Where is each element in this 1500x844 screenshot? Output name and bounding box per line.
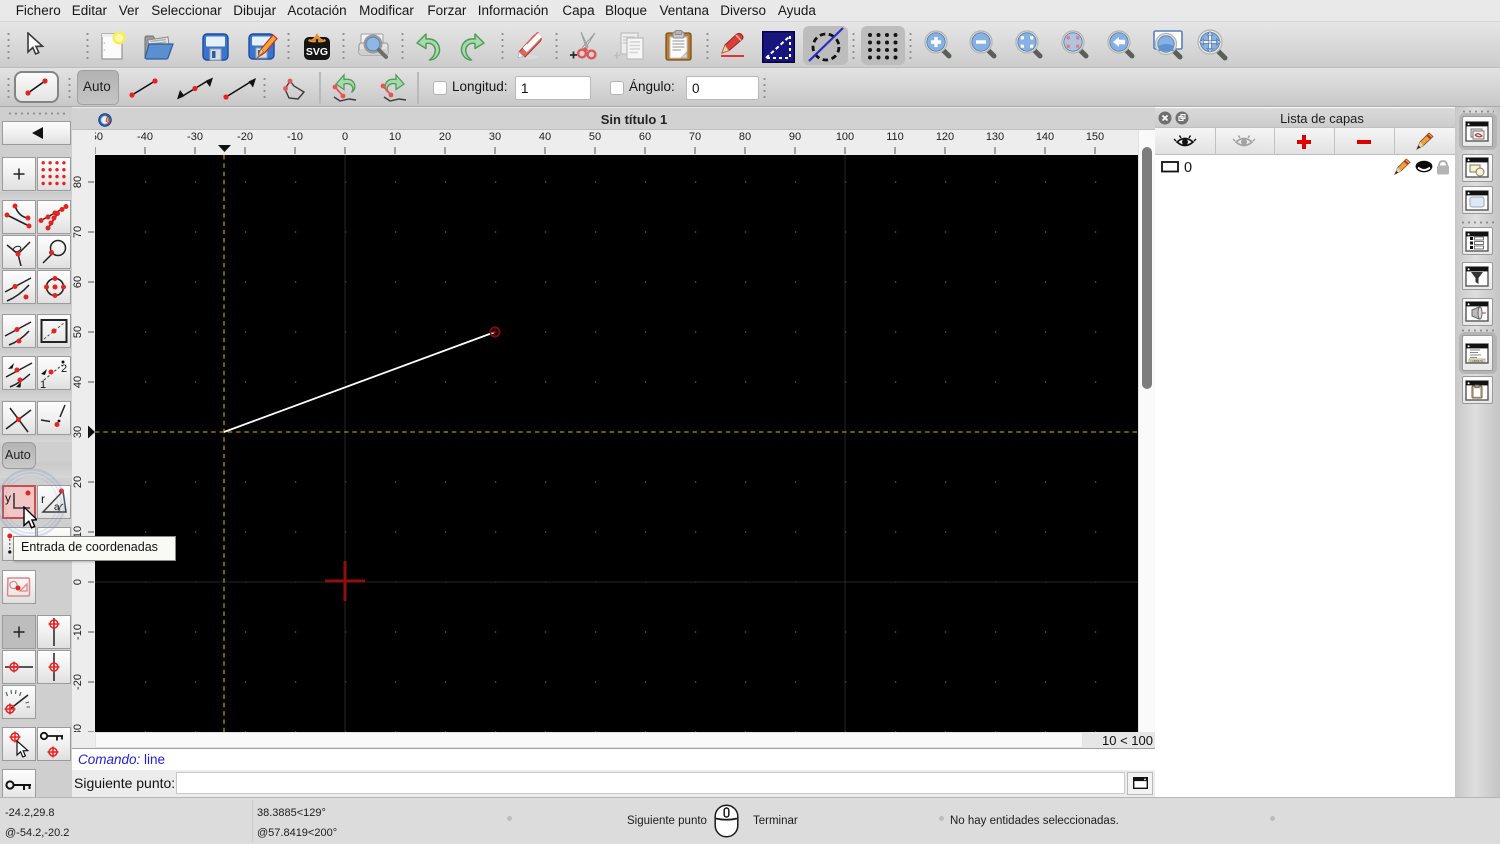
svg-text:y: y [5, 491, 11, 505]
svg-text:command: command [1470, 359, 1483, 363]
svg-text:1: 1 [40, 379, 46, 390]
svg-text:2: 2 [61, 363, 67, 375]
svg-text:SVG: SVG [306, 46, 328, 58]
svg-text:r: r [41, 492, 45, 506]
svg-text:0: 0 [1184, 160, 1192, 176]
